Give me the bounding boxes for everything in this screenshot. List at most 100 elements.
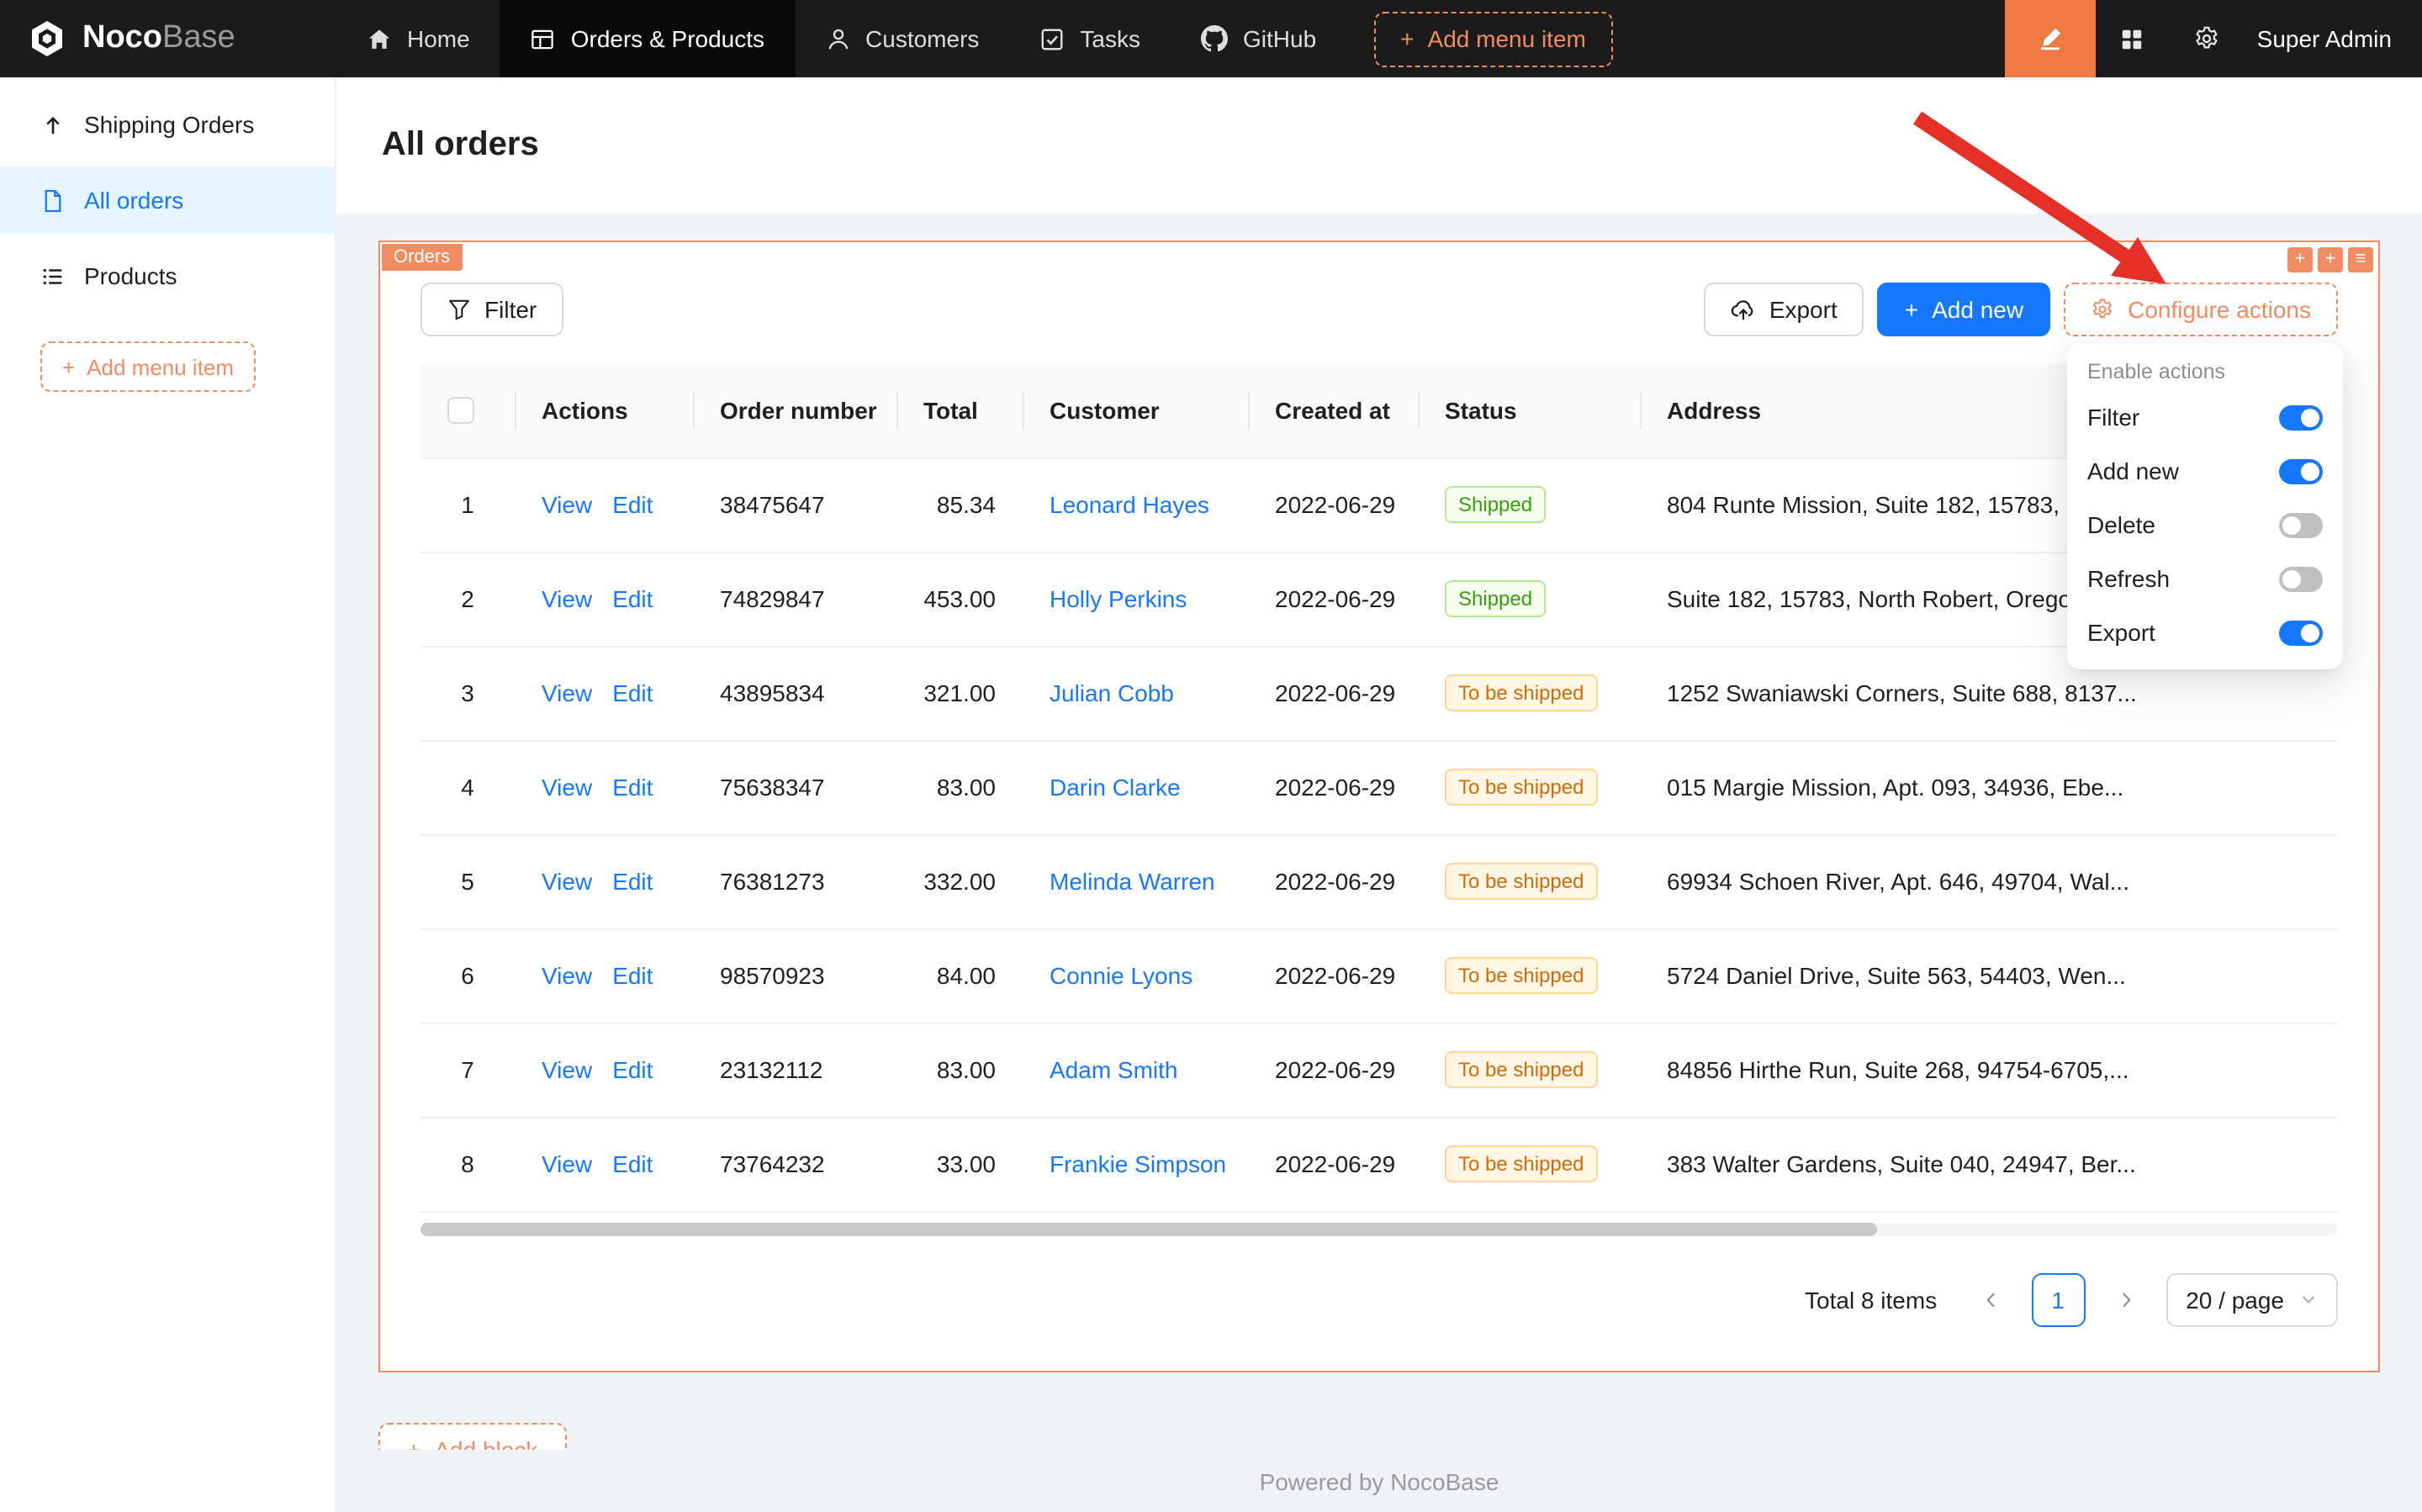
view-link[interactable]: View (542, 868, 592, 895)
sidebar-item-shipping-orders[interactable]: Shipping Orders (0, 91, 335, 158)
row-index: 4 (420, 740, 515, 834)
plus-icon: + (62, 354, 75, 379)
col-header-customer: Customer (1023, 363, 1248, 457)
view-link[interactable]: View (542, 774, 592, 801)
export-toggle[interactable] (2279, 620, 2323, 645)
customer-link[interactable]: Darin Clarke (1050, 774, 1181, 801)
logo-cube-icon (27, 19, 67, 59)
cell-order-number: 38475647 (693, 457, 896, 552)
table-icon (531, 26, 556, 51)
customer-link[interactable]: Adam Smith (1050, 1056, 1178, 1083)
cell-created-at: 2022-06-29 (1248, 646, 1418, 740)
pagination-page-1[interactable]: 1 (2031, 1272, 2085, 1326)
customer-link[interactable]: Julian Cobb (1050, 679, 1174, 706)
view-link[interactable]: View (542, 679, 592, 706)
view-link[interactable]: View (542, 491, 592, 518)
table-header-row: Actions Order number Total Customer Crea… (420, 363, 2338, 457)
view-link[interactable]: View (542, 962, 592, 989)
page-title: All orders (382, 126, 539, 165)
customer-link[interactable]: Connie Lyons (1050, 962, 1192, 989)
dropdown-item-refresh[interactable]: Refresh (2067, 552, 2343, 605)
block-menu-icon[interactable]: ≡ (2348, 247, 2373, 272)
block-add-above-icon[interactable]: + (2287, 247, 2313, 272)
customer-link[interactable]: Melinda Warren (1050, 868, 1215, 895)
current-user[interactable]: Super Admin (2244, 25, 2422, 52)
row-index: 2 (420, 552, 515, 646)
edit-link[interactable]: Edit (612, 679, 653, 706)
cell-order-number: 76381273 (693, 834, 896, 928)
view-link[interactable]: View (542, 1056, 592, 1083)
bullet-list-icon (40, 263, 66, 288)
nav-item-github[interactable]: GitHub (1171, 0, 1346, 77)
pagination: Total 8 items 1 20 / page (420, 1272, 2338, 1330)
nav-add-menu-item-button[interactable]: + Add menu item (1373, 11, 1613, 66)
customer-link[interactable]: Frankie Simpson (1050, 1150, 1226, 1177)
ui-editor-toggle-button[interactable] (2005, 0, 2096, 77)
edit-link[interactable]: Edit (612, 774, 653, 801)
top-navbar: NocoBase Home Orders & Products Customer… (0, 0, 2422, 77)
cell-order-number: 43895834 (693, 646, 896, 740)
cell-address: 383 Walter Gardens, Suite 040, 24947, Be… (1640, 1117, 2338, 1211)
delete-toggle[interactable] (2279, 512, 2323, 537)
sidebar-add-menu-item-button[interactable]: + Add menu item (40, 341, 256, 392)
settings-button[interactable] (2170, 0, 2244, 77)
edit-link[interactable]: Edit (612, 962, 653, 989)
home-icon (367, 26, 392, 51)
filter-button[interactable]: Filter (420, 283, 563, 336)
edit-link[interactable]: Edit (612, 491, 653, 518)
orders-table: Actions Order number Total Customer Crea… (420, 363, 2338, 1212)
dropdown-item-add-new[interactable]: Add new (2067, 444, 2343, 498)
cell-total: 83.00 (896, 740, 1023, 834)
nav-item-orders-products[interactable]: Orders & Products (500, 0, 795, 77)
cell-created-at: 2022-06-29 (1248, 928, 1418, 1023)
navbar-right: Super Admin (2005, 0, 2422, 77)
nav-item-home[interactable]: Home (336, 0, 500, 77)
pagination-prev-button[interactable] (1964, 1272, 2017, 1326)
customer-link[interactable]: Holly Perkins (1050, 585, 1187, 612)
select-all-checkbox[interactable] (447, 398, 474, 425)
plus-icon: + (1905, 296, 1918, 323)
grid-icon (2120, 26, 2145, 51)
nav-item-tasks[interactable]: Tasks (1009, 0, 1171, 77)
scrollbar-thumb[interactable] (420, 1222, 1878, 1235)
check-square-icon (1039, 26, 1065, 51)
add-block-clip: + Add block (378, 1422, 597, 1449)
cell-total: 321.00 (896, 646, 1023, 740)
configure-actions-button[interactable]: Configure actions (2064, 283, 2338, 336)
add-new-button[interactable]: + Add new (1878, 283, 2050, 336)
status-badge: Shipped (1445, 486, 1546, 523)
view-link[interactable]: View (542, 1150, 592, 1177)
nav-item-customers[interactable]: Customers (795, 0, 1009, 77)
sidebar-item-all-orders[interactable]: All orders (0, 167, 335, 234)
dropdown-item-delete[interactable]: Delete (2067, 498, 2343, 552)
edit-link[interactable]: Edit (612, 1056, 653, 1083)
refresh-toggle[interactable] (2279, 566, 2323, 591)
block-add-below-icon[interactable]: + (2318, 247, 2343, 272)
horizontal-scrollbar[interactable] (420, 1222, 2338, 1235)
edit-link[interactable]: Edit (612, 868, 653, 895)
add-new-toggle[interactable] (2279, 458, 2323, 484)
view-link[interactable]: View (542, 585, 592, 612)
dropdown-item-filter[interactable]: Filter (2067, 390, 2343, 444)
gear-icon (2193, 25, 2220, 52)
plugin-blocks-button[interactable] (2096, 0, 2170, 77)
plus-icon: + (407, 1435, 420, 1449)
status-badge: To be shipped (1445, 1145, 1597, 1182)
export-button[interactable]: Export (1704, 283, 1864, 336)
filter-toggle[interactable] (2279, 404, 2323, 430)
table-row: 4 ViewEdit 75638347 83.00 Darin Clarke 2… (420, 740, 2338, 834)
add-block-button[interactable]: + Add block (378, 1422, 566, 1449)
dropdown-item-export[interactable]: Export (2067, 605, 2343, 659)
customer-link[interactable]: Leonard Hayes (1050, 491, 1209, 518)
cell-total: 84.00 (896, 928, 1023, 1023)
table-toolbar: Filter Export + Add new Con (420, 283, 2338, 336)
cell-address: 69934 Schoen River, Apt. 646, 49704, Wal… (1640, 834, 2338, 928)
col-header-created-at: Created at (1248, 363, 1418, 457)
page-size-select[interactable]: 20 / page (2166, 1272, 2338, 1326)
cell-created-at: 2022-06-29 (1248, 457, 1418, 552)
edit-link[interactable]: Edit (612, 1150, 653, 1177)
sidebar-item-products[interactable]: Products (0, 242, 335, 309)
pagination-next-button[interactable] (2098, 1272, 2152, 1326)
brand-logo[interactable]: NocoBase (0, 19, 336, 59)
edit-link[interactable]: Edit (612, 585, 653, 612)
